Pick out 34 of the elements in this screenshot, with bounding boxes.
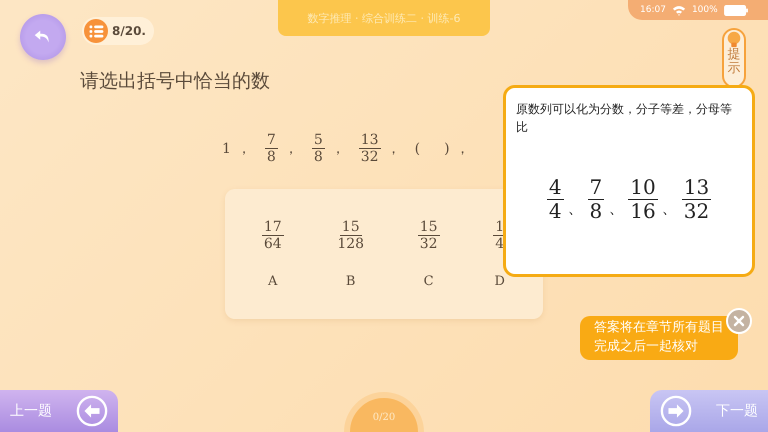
question-text: 请选出括号中恰当的数 (80, 69, 271, 94)
notice-toast: 答案将在章节所有题目完成之后一起核对 (580, 316, 738, 360)
clock-time: 16:07 (640, 5, 666, 15)
answer-option[interactable]: 15 32 C (418, 219, 440, 290)
battery-percent: 100% (692, 5, 718, 15)
comma: ， (386, 140, 401, 158)
hint-fraction: 7 8 (588, 176, 604, 223)
close-button[interactable] (726, 308, 752, 334)
lesson-title: 数字推理 · 综合训练二 · 训练-6 (278, 0, 490, 36)
comma: ， (330, 140, 345, 158)
enumeration-comma: 、 (608, 198, 624, 219)
comma: ， (236, 140, 251, 158)
battery-icon (724, 4, 748, 16)
wifi-icon (672, 4, 686, 16)
list-icon (84, 19, 108, 43)
enumeration-comma: 、 (662, 198, 678, 219)
hint-fraction: 4 4 (546, 176, 564, 223)
lightbulb-icon (725, 30, 743, 48)
enumeration-comma: 、 (568, 198, 584, 219)
progress-badge[interactable]: 8/20. (82, 17, 154, 45)
hint-text: 原数列可以化为分数，分子等差，分母等比 (516, 101, 733, 136)
answer-option[interactable]: 17 64 A (262, 219, 284, 290)
sequence-fraction: 7 8 (264, 132, 278, 166)
blank-parenthesis: ( ) (414, 140, 450, 157)
comma: ， (456, 140, 470, 158)
comma: ， (284, 140, 298, 158)
hint-fraction: 13 32 (682, 176, 712, 223)
sequence-fraction: 5 8 (312, 132, 325, 166)
close-icon (733, 315, 745, 327)
sequence-number: 1 (222, 140, 231, 157)
sequence-fraction: 13 32 (358, 132, 381, 166)
hint-fraction: 10 16 (628, 176, 658, 223)
answer-option[interactable]: 15 128 B (337, 219, 364, 290)
back-button[interactable] (20, 14, 66, 60)
